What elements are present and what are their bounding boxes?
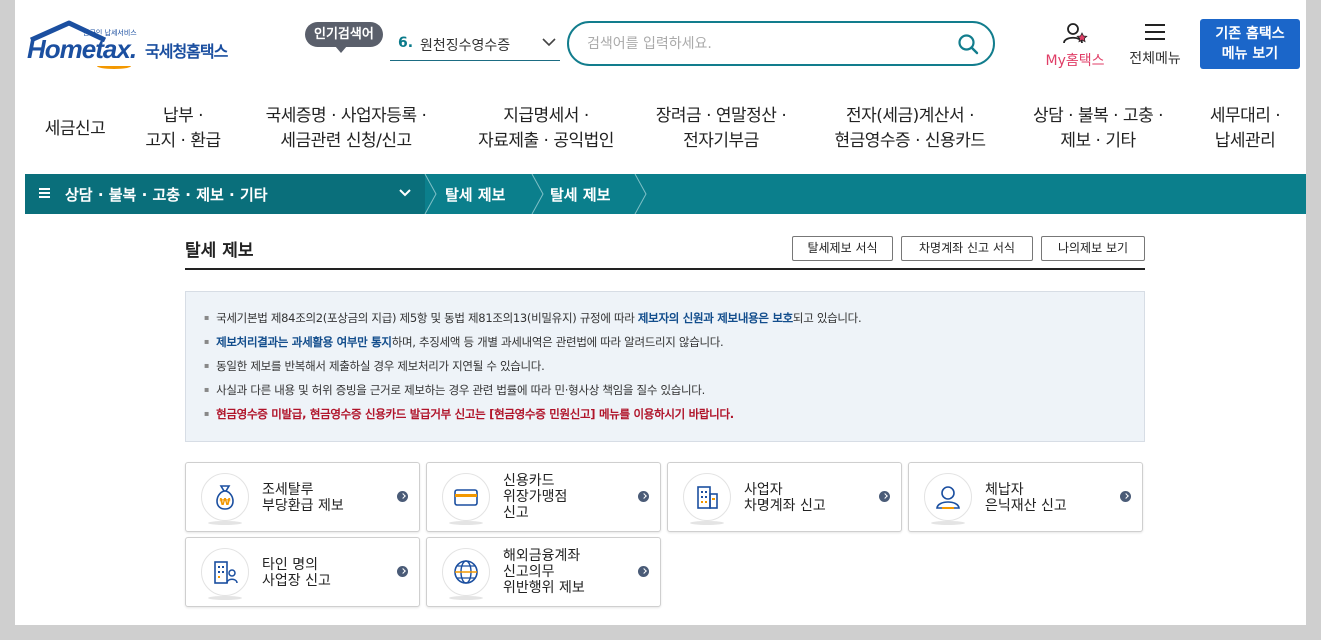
search-input[interactable] bbox=[587, 33, 947, 55]
popular-search-badge: 인기검색어 bbox=[305, 22, 383, 53]
card-label: 신용카드 위장가맹점 신고 bbox=[503, 473, 568, 521]
gnb-tax-filing[interactable]: 세금신고 bbox=[33, 100, 117, 158]
card-borrowed-account-report[interactable]: 사업자 차명계좌 신고 bbox=[667, 462, 902, 532]
card-label: 사업자 차명계좌 신고 bbox=[744, 482, 826, 514]
card-label: 해외금융계좌 신고의무 위반행위 제보 bbox=[503, 548, 585, 596]
person-icon bbox=[924, 473, 972, 521]
gnb-payment[interactable]: 납부 · 고지 · 환급 bbox=[133, 100, 233, 158]
icon-shadow bbox=[931, 521, 965, 525]
chevron-down-icon bbox=[399, 189, 411, 197]
popular-rank: 6. bbox=[398, 35, 414, 51]
breadcrumb-separator bbox=[634, 174, 647, 214]
icon-shadow bbox=[449, 521, 483, 525]
main-navigation: 세금신고 납부 · 고지 · 환급 국세증명 · 사업자등록 · 세금관련 신청/신… bbox=[15, 100, 1306, 158]
logo-smile bbox=[97, 63, 131, 69]
search-icon[interactable] bbox=[957, 33, 979, 55]
gnb-incentive[interactable]: 장려금 · 연말정산 · 전자기부금 bbox=[641, 100, 801, 158]
breadcrumb: 상담 · 불복 · 고충 · 제보 · 기타 탈세 제보 탈세 제보 bbox=[25, 174, 1306, 214]
notice-line: 사실과 다른 내용 및 허위 증빙을 근거로 제보하는 경우 관련 법률에 따라… bbox=[204, 379, 1144, 403]
breadcrumb-item-1[interactable]: 탈세 제보 bbox=[445, 184, 505, 205]
icon-shadow bbox=[208, 521, 242, 525]
search-box bbox=[567, 21, 995, 66]
card-label: 타인 명의 사업장 신고 bbox=[262, 557, 331, 589]
notice-line: 제보처리결과는 과세활용 여부만 통지하며, 추징세액 등 개별 과세내역은 관… bbox=[204, 331, 1144, 355]
gnb-e-invoice[interactable]: 전자(세금)계산서 · 현금영수증 · 신용카드 bbox=[821, 100, 999, 158]
breadcrumb-item-2[interactable]: 탈세 제보 bbox=[550, 184, 610, 205]
breadcrumb-menu-select[interactable]: 상담 · 불복 · 고충 · 제보 · 기타 bbox=[25, 174, 425, 214]
hometax-logo[interactable]: 한국인 납세서비스 Hometax. 국세청홈택스 bbox=[27, 20, 242, 70]
legacy-menu-button[interactable]: 기존 홈택스 메뉴 보기 bbox=[1200, 19, 1300, 69]
notice-line-cash-receipt: 현금영수증 미발급, 현금영수증 신용카드 발급거부 신고는 [현금영수증 민원… bbox=[204, 403, 1144, 427]
my-hometax-button[interactable]: My홈택스 bbox=[1040, 22, 1110, 70]
card-credit-card-fake-merchant[interactable]: 신용카드 위장가맹점 신고 bbox=[426, 462, 661, 532]
my-hometax-label: My홈택스 bbox=[1045, 53, 1105, 69]
popular-term: 원천징수영수증 bbox=[420, 38, 511, 54]
gnb-statement[interactable]: 지급명세서 · 자료제출 · 공익법인 bbox=[461, 100, 631, 158]
building-person-icon bbox=[201, 548, 249, 596]
credit-card-icon bbox=[442, 473, 490, 521]
card-label: 조세탈루 부당환급 제보 bbox=[262, 482, 344, 514]
logo-korean-name: 국세청홈택스 bbox=[145, 42, 228, 61]
notice-line: 동일한 제보를 반복해서 제출하실 경우 제보처리가 지연될 수 있습니다. bbox=[204, 355, 1144, 379]
money-bag-icon: ₩ bbox=[201, 473, 249, 521]
page-frame: 한국인 납세서비스 Hometax. 국세청홈택스 인기검색어 6. 원천징수영… bbox=[15, 0, 1306, 625]
icon-shadow bbox=[690, 521, 724, 525]
building-icon bbox=[683, 473, 731, 521]
card-delinquent-hidden-asset[interactable]: 체납자 은닉재산 신고 bbox=[908, 462, 1143, 532]
card-other-name-business[interactable]: 타인 명의 사업장 신고 bbox=[185, 537, 420, 607]
chevron-right-icon bbox=[397, 491, 408, 502]
notice-line: 국세기본법 제84조의2(포상금의 지급) 제5항 및 동법 제81조의13(비… bbox=[204, 307, 1144, 331]
legacy-menu-line2: 메뉴 보기 bbox=[1221, 46, 1279, 62]
page-title: 탈세 제보 bbox=[185, 241, 254, 261]
logo-wordmark: Hometax. bbox=[27, 34, 137, 64]
all-menu-label: 전체메뉴 bbox=[1129, 51, 1181, 67]
svg-text:₩: ₩ bbox=[219, 497, 230, 508]
icon-shadow bbox=[449, 596, 483, 600]
title-divider bbox=[185, 268, 1145, 270]
menu-icon bbox=[39, 188, 50, 198]
chevron-down-icon bbox=[542, 38, 556, 47]
notice-box: 국세기본법 제84조의2(포상금의 지급) 제5항 및 동법 제81조의13(비… bbox=[185, 291, 1145, 442]
chevron-right-icon bbox=[638, 491, 649, 502]
legacy-menu-line1: 기존 홈택스 bbox=[1215, 26, 1285, 42]
tax-report-form-button[interactable]: 탈세제보 서식 bbox=[792, 236, 893, 261]
icon-shadow bbox=[208, 596, 242, 600]
all-menu-button[interactable]: 전체메뉴 bbox=[1123, 22, 1187, 68]
borrowed-account-form-button[interactable]: 차명계좌 신고 서식 bbox=[901, 236, 1033, 261]
card-overseas-account-violation[interactable]: 해외금융계좌 신고의무 위반행위 제보 bbox=[426, 537, 661, 607]
breadcrumb-menu-label: 상담 · 불복 · 고충 · 제보 · 기타 bbox=[65, 186, 268, 204]
globe-icon bbox=[442, 548, 490, 596]
breadcrumb-separator bbox=[424, 174, 437, 214]
card-tax-evasion-report[interactable]: ₩ 조세탈루 부당환급 제보 bbox=[185, 462, 420, 532]
chevron-right-icon bbox=[879, 491, 890, 502]
chevron-right-icon bbox=[1120, 491, 1131, 502]
popular-search-dropdown[interactable]: 6. 원천징수영수증 bbox=[390, 30, 560, 61]
user-icon bbox=[1063, 23, 1088, 44]
card-label: 체납자 은닉재산 신고 bbox=[985, 482, 1067, 514]
hamburger-icon bbox=[1145, 24, 1165, 40]
chevron-right-icon bbox=[638, 566, 649, 577]
gnb-certificate[interactable]: 국세증명 · 사업자등록 · 세금관련 신청/신고 bbox=[251, 100, 441, 158]
gnb-tax-agent[interactable]: 세무대리 · 납세관리 bbox=[1195, 100, 1295, 158]
gnb-consulting[interactable]: 상담 · 불복 · 고충 · 제보 · 기타 bbox=[1017, 100, 1179, 158]
my-reports-button[interactable]: 나의제보 보기 bbox=[1041, 236, 1145, 261]
breadcrumb-separator bbox=[531, 174, 544, 214]
chevron-right-icon bbox=[397, 566, 408, 577]
